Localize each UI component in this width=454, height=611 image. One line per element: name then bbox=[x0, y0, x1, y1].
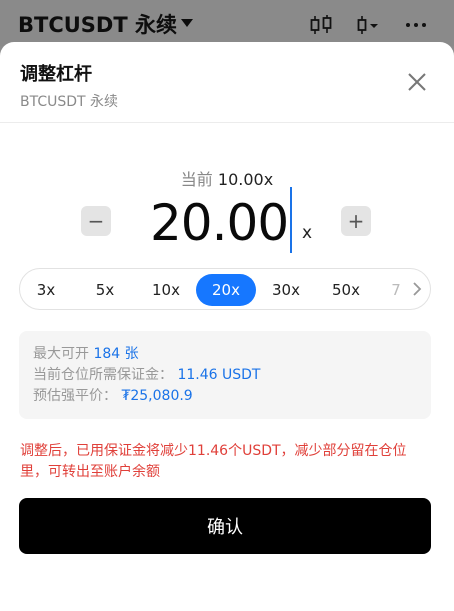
leverage-sheet: 调整杠杆 BTCUSDT 永续 当前 10.00x − 20.00 x + 3x… bbox=[0, 42, 454, 611]
max-open-value: 184 张 bbox=[93, 346, 139, 362]
current-leverage-label: 当前 bbox=[180, 170, 213, 189]
max-open-row: 最大可开 184 张 bbox=[33, 343, 139, 363]
close-icon[interactable] bbox=[405, 70, 429, 94]
liquidation-label: 预估强平价： bbox=[33, 388, 117, 404]
dialog-subtitle: BTCUSDT 永续 bbox=[20, 94, 119, 110]
current-leverage-value: 10.00x bbox=[217, 170, 274, 189]
leverage-unit: x bbox=[302, 223, 313, 243]
dialog-title: 调整杠杆 bbox=[20, 64, 92, 85]
margin-value: 11.46 USDT bbox=[177, 367, 261, 383]
preset-5x[interactable]: 5x bbox=[85, 274, 125, 306]
info-panel: 最大可开 184 张 当前仓位所需保证金： 11.46 USDT 预估强平价： … bbox=[19, 331, 431, 419]
candlestick-icon[interactable] bbox=[308, 14, 334, 36]
more-icon[interactable] bbox=[405, 16, 427, 34]
current-leverage: 当前 10.00x bbox=[0, 166, 454, 190]
chevron-down-icon[interactable] bbox=[181, 19, 193, 27]
margin-label: 当前仓位所需保证金： bbox=[33, 367, 173, 383]
preset-50x[interactable]: 50x bbox=[324, 274, 368, 306]
preset-partial[interactable]: 7 bbox=[386, 274, 406, 306]
decrease-button[interactable]: − bbox=[81, 206, 111, 236]
chevron-right-icon[interactable] bbox=[410, 280, 424, 298]
margin-row: 当前仓位所需保证金： 11.46 USDT bbox=[33, 364, 260, 384]
preset-20x[interactable]: 20x bbox=[196, 274, 256, 306]
warning-text: 调整后，已用保证金将减少11.46个USDT，减少部分留在仓位里，可转出至账户余… bbox=[20, 443, 407, 480]
max-open-label: 最大可开 bbox=[33, 346, 89, 362]
preset-10x[interactable]: 10x bbox=[144, 274, 188, 306]
preset-selector: 3x 5x 10x 20x 30x 50x 7 bbox=[19, 268, 431, 310]
preset-30x[interactable]: 30x bbox=[264, 274, 308, 306]
top-bar: BTCUSDT 永续 bbox=[0, 0, 454, 46]
indicator-icon[interactable] bbox=[356, 14, 380, 36]
confirm-button[interactable]: 确认 bbox=[19, 498, 431, 554]
liquidation-row: 预估强平价： ₮25,080.9 bbox=[33, 385, 193, 405]
preset-3x[interactable]: 3x bbox=[26, 274, 66, 306]
leverage-input[interactable]: 20.00 bbox=[150, 190, 289, 256]
symbol-title[interactable]: BTCUSDT 永续 bbox=[18, 9, 177, 39]
text-cursor bbox=[290, 187, 292, 253]
divider bbox=[0, 122, 454, 123]
increase-button[interactable]: + bbox=[341, 206, 371, 236]
liquidation-value: ₮25,080.9 bbox=[121, 388, 193, 404]
